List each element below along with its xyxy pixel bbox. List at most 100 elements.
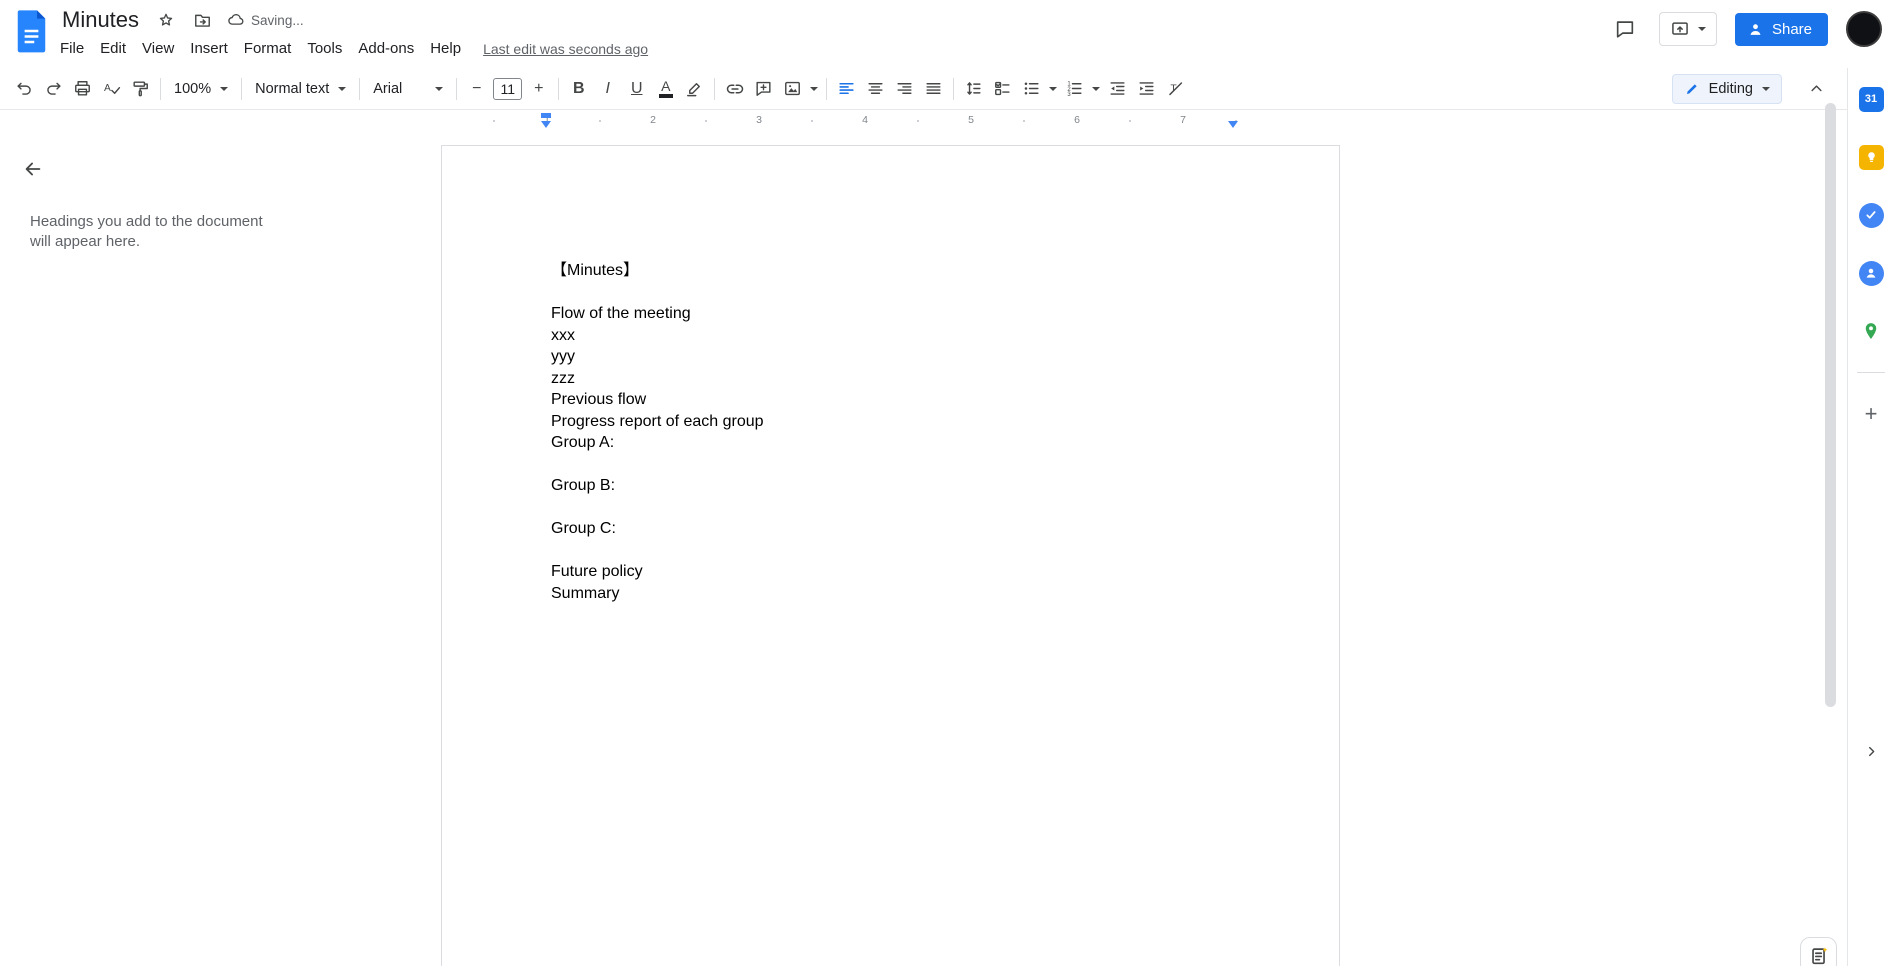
- document-canvas: Headings you add to the document will ap…: [0, 132, 1847, 966]
- ruler-number: 6: [1074, 114, 1080, 126]
- font-value: Arial: [373, 80, 403, 97]
- mode-caret-icon: [1762, 86, 1770, 91]
- ruler-number: 5: [968, 114, 974, 126]
- redo-button[interactable]: [39, 74, 68, 104]
- doc-line: Previous flow: [551, 391, 647, 408]
- right-indent-marker[interactable]: [1228, 121, 1238, 128]
- document-page[interactable]: 【Minutes】 Flow of the meeting xxx yyy zzz Pr…: [441, 145, 1340, 966]
- doc-line: [551, 282, 1241, 304]
- insert-image-caret-icon[interactable]: [807, 74, 821, 104]
- chevron-right-icon: [1868, 746, 1874, 756]
- pencil-icon: [1686, 83, 1697, 94]
- expand-side-panel-button[interactable]: [1856, 736, 1886, 766]
- google-maps-icon[interactable]: [1854, 314, 1888, 348]
- paint-format-button[interactable]: [126, 74, 155, 104]
- increase-font-size-button[interactable]: +: [524, 74, 553, 104]
- toolbar-separator: [160, 77, 161, 100]
- doc-line: 【Minutes】: [551, 262, 640, 279]
- google-calendar-icon[interactable]: 31: [1854, 82, 1888, 116]
- google-docs-logo-icon[interactable]: [15, 9, 48, 53]
- highlight-color-button[interactable]: [680, 74, 709, 104]
- line-spacing-button[interactable]: [959, 74, 988, 104]
- spellcheck-button[interactable]: A: [97, 74, 126, 104]
- numbered-list-button[interactable]: 123: [1060, 74, 1089, 104]
- numbered-list-caret-icon[interactable]: [1089, 74, 1103, 104]
- close-outline-button[interactable]: [18, 154, 48, 184]
- insert-image-button[interactable]: [778, 74, 807, 104]
- last-edit-link[interactable]: Last edit was seconds ago: [483, 41, 648, 57]
- menu-help[interactable]: Help: [422, 37, 469, 60]
- side-strip-divider: [1857, 372, 1885, 373]
- menu-edit[interactable]: Edit: [92, 37, 134, 60]
- text-color-button[interactable]: A: [651, 74, 680, 104]
- first-line-indent-marker[interactable]: [541, 113, 551, 118]
- justify-button[interactable]: [919, 74, 948, 104]
- ruler-tick: [1023, 120, 1025, 122]
- lightbulb-icon: [1867, 151, 1875, 162]
- doc-line: xxx: [551, 326, 575, 344]
- collapse-toolbar-button[interactable]: [1802, 74, 1831, 104]
- explore-button[interactable]: [1800, 937, 1837, 966]
- user-avatar[interactable]: [1846, 11, 1882, 47]
- align-right-button[interactable]: [890, 74, 919, 104]
- google-docs-window: Minutes Saving... File Edit View Insert Form…: [0, 0, 1894, 966]
- align-center-button[interactable]: [861, 74, 890, 104]
- ruler-number: 2: [650, 114, 656, 126]
- menu-insert[interactable]: Insert: [182, 37, 236, 60]
- ruler-tick: [917, 120, 919, 122]
- document-title-input[interactable]: Minutes: [58, 6, 143, 34]
- add-addon-button[interactable]: +: [1854, 397, 1888, 431]
- menu-tools[interactable]: Tools: [299, 37, 350, 60]
- doc-line: Group C:: [551, 520, 616, 537]
- move-folder-icon[interactable]: [189, 7, 215, 33]
- saving-cloud-icon: [228, 14, 244, 25]
- google-contacts-icon[interactable]: [1854, 256, 1888, 290]
- toolbar-separator: [558, 77, 560, 100]
- menu-view[interactable]: View: [134, 37, 182, 60]
- editing-mode-select[interactable]: Editing: [1671, 73, 1782, 104]
- underline-button[interactable]: U: [622, 74, 651, 104]
- google-tasks-icon[interactable]: [1854, 198, 1888, 232]
- svg-text:A: A: [104, 83, 111, 94]
- insert-link-button[interactable]: [720, 74, 749, 104]
- doc-line: Flow of the meeting: [551, 305, 691, 322]
- star-icon[interactable]: [153, 7, 179, 33]
- undo-button[interactable]: [10, 74, 39, 104]
- ruler-tick: [493, 120, 495, 122]
- clear-formatting-button[interactable]: T: [1161, 74, 1190, 104]
- present-button[interactable]: [1658, 12, 1717, 46]
- bullet-list-caret-icon[interactable]: [1046, 74, 1060, 104]
- ruler-number: 3: [756, 114, 762, 126]
- zoom-select[interactable]: 100%: [166, 77, 236, 101]
- google-keep-icon[interactable]: [1854, 140, 1888, 174]
- font-select[interactable]: Arial: [365, 77, 451, 101]
- present-icon: [1672, 22, 1688, 35]
- decrease-font-size-button[interactable]: −: [462, 74, 491, 104]
- explore-icon: [1811, 946, 1827, 964]
- mode-label: Editing: [1708, 80, 1753, 97]
- share-button[interactable]: Share: [1734, 12, 1828, 46]
- doc-line: Summary: [551, 584, 620, 602]
- menu-file[interactable]: File: [52, 37, 92, 60]
- comment-history-icon[interactable]: [1609, 13, 1641, 45]
- decrease-indent-button[interactable]: [1103, 74, 1132, 104]
- document-text: 【Minutes】 Flow of the meeting xxx yyy zzz Pr…: [551, 260, 1241, 604]
- italic-button[interactable]: I: [593, 74, 622, 104]
- left-indent-marker[interactable]: [541, 121, 551, 128]
- doc-line: zzz: [551, 369, 575, 387]
- add-comment-button[interactable]: [749, 74, 778, 104]
- bold-button[interactable]: B: [564, 74, 593, 104]
- print-button[interactable]: [68, 74, 97, 104]
- paragraph-style-select[interactable]: Normal text: [247, 77, 354, 101]
- toolbar-separator: [456, 77, 458, 100]
- zoom-caret-icon: [220, 86, 229, 91]
- vertical-scrollbar-thumb[interactable]: [1825, 103, 1836, 707]
- menu-addons[interactable]: Add-ons: [350, 37, 422, 60]
- font-size-input[interactable]: 11: [493, 77, 523, 100]
- align-left-button[interactable]: [832, 74, 861, 104]
- doc-line: Group B:: [551, 477, 616, 494]
- checklist-button[interactable]: [988, 74, 1017, 104]
- increase-indent-button[interactable]: [1132, 74, 1161, 104]
- bullet-list-button[interactable]: [1017, 74, 1046, 104]
- menu-format[interactable]: Format: [236, 37, 300, 60]
